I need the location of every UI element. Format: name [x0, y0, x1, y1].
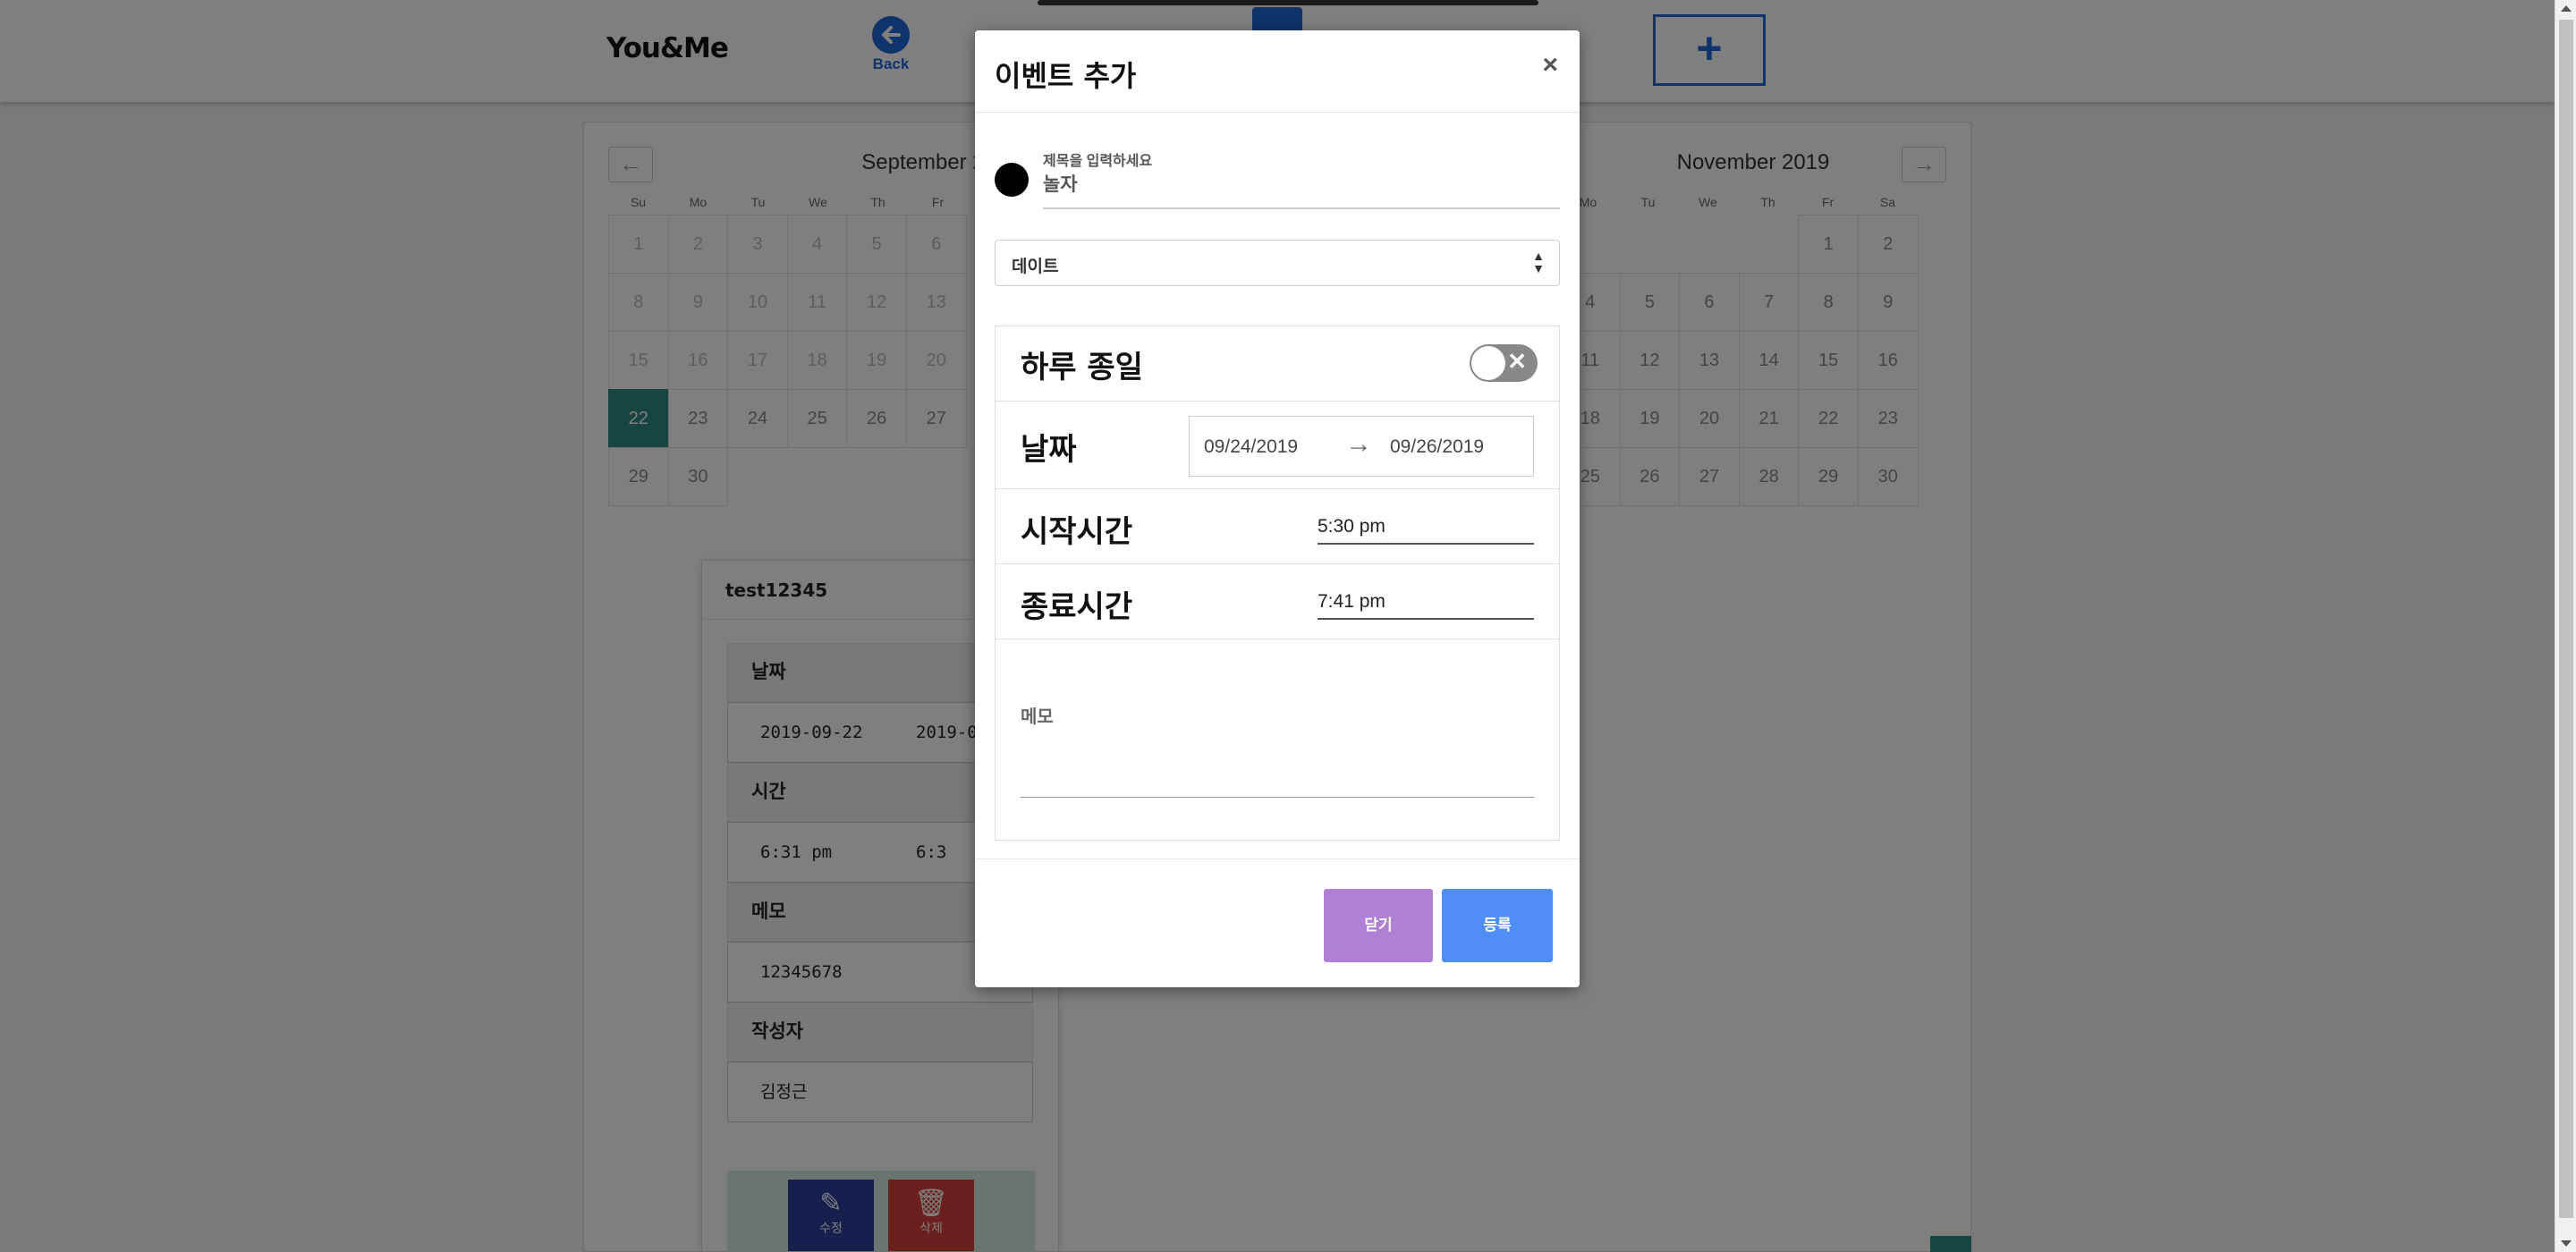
start-time-input[interactable]: 5:30 pm [1318, 514, 1534, 545]
scroll-up-icon[interactable] [2561, 5, 2572, 12]
date-label: 날짜 [1021, 432, 1077, 468]
title-input-value[interactable]: 놀자 [1043, 170, 1078, 197]
date-range-picker[interactable]: 09/24/2019 → 09/26/2019 [1189, 416, 1534, 477]
allday-label: 하루 종일 [1021, 350, 1143, 385]
end-time-label: 종료시간 [1021, 589, 1133, 625]
title-input-label: 제목을 입력하세요 [1043, 154, 1153, 169]
scroll-down-icon[interactable] [2561, 1240, 2572, 1247]
date-end-input[interactable]: 09/26/2019 [1390, 436, 1484, 458]
date-row: 날짜 09/24/2019 → 09/26/2019 [996, 402, 1559, 489]
modal-header: 이벤트 추가 × [975, 30, 1580, 113]
allday-toggle[interactable]: ✕ [1470, 344, 1538, 382]
modal-title: 이벤트 추가 [995, 59, 1137, 93]
scrollbar[interactable] [2555, 0, 2576, 1252]
allday-row: 하루 종일 ✕ [996, 326, 1559, 402]
date-start-input[interactable]: 09/24/2019 [1204, 436, 1298, 458]
toggle-off-icon: ✕ [1507, 348, 1527, 375]
end-time-input[interactable]: 7:41 pm [1318, 589, 1534, 620]
close-icon[interactable]: × [1542, 50, 1558, 80]
title-row: 제목을 입력하세요 놀자 [995, 147, 1560, 209]
category-select[interactable]: 데이트 ▲ ▼ [995, 240, 1560, 286]
toggle-knob [1471, 346, 1505, 380]
arrow-right-icon: → [1345, 429, 1372, 459]
submit-button[interactable]: 등록 [1442, 889, 1553, 962]
event-form: 하루 종일 ✕ 날짜 09/24/2019 → 09/26/2019 시작시간 … [995, 326, 1560, 841]
title-input[interactable]: 제목을 입력하세요 놀자 [1043, 147, 1560, 209]
scroll-thumb[interactable] [2559, 20, 2573, 1218]
memo-label: 메모 [1021, 707, 1054, 727]
start-time-label: 시작시간 [1021, 514, 1133, 550]
memo-input-underline [1021, 797, 1534, 798]
category-value: 데이트 [1012, 258, 1059, 276]
color-picker-dot[interactable] [995, 163, 1029, 197]
select-arrows-icon: ▲ ▼ [1532, 249, 1545, 275]
end-time-row: 종료시간 7:41 pm [996, 564, 1559, 639]
start-time-row: 시작시간 5:30 pm [996, 489, 1559, 564]
add-event-modal: 이벤트 추가 × 제목을 입력하세요 놀자 데이트 ▲ ▼ 하루 종일 ✕ 날짜 … [975, 30, 1580, 987]
memo-field[interactable]: 메모 [996, 639, 1559, 840]
close-button[interactable]: 닫기 [1324, 889, 1433, 962]
